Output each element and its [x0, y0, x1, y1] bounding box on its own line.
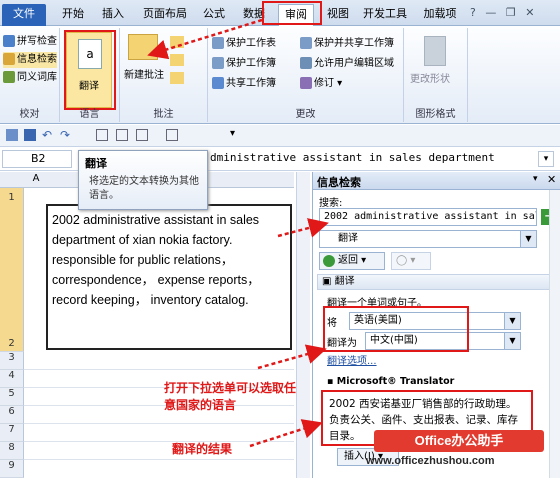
translate-tooltip: 翻译 将选定的文本转换为其他语言。 [78, 150, 208, 210]
tooltip-body: 将选定的文本转换为其他语言。 [89, 176, 199, 201]
tooltip-title: 翻译 [85, 157, 107, 170]
arrow-cell-to-search [277, 218, 329, 238]
arrow-review-to-translate [147, 18, 263, 60]
annotation-arrows [147, 18, 329, 448]
arrow-to-language-select [257, 344, 327, 370]
arrow-to-result [249, 419, 323, 448]
